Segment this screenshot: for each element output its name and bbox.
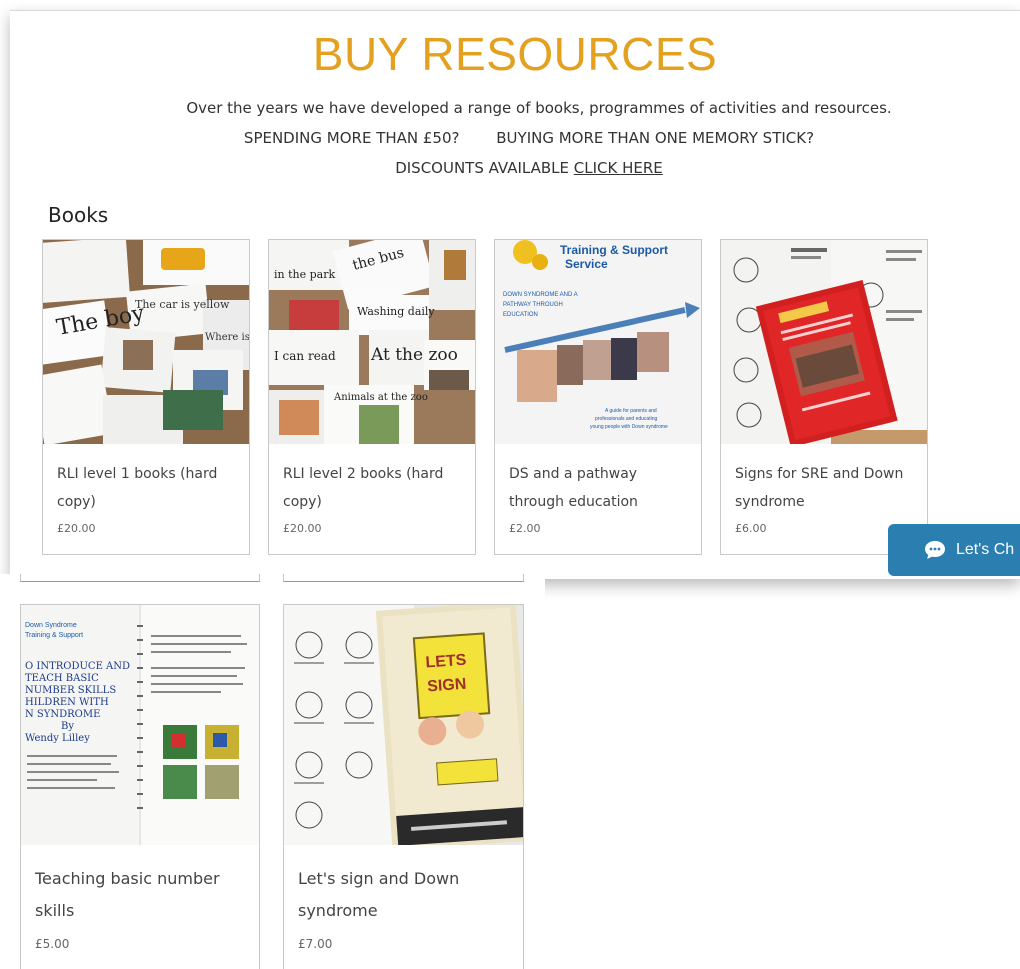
svg-text:Washing daily: Washing daily [357, 305, 435, 318]
product-price: £2.00 [509, 522, 541, 535]
svg-text:SIGN: SIGN [427, 676, 467, 696]
svg-text:professionals and educating: professionals and educating [595, 416, 657, 422]
svg-text:Animals at the zoo: Animals at the zoo [333, 392, 428, 403]
svg-text:EDUCATION: EDUCATION [503, 312, 538, 318]
page-title: BUY RESOURCES [312, 28, 718, 80]
product-card-rli-level-1[interactable]: The boy The car is yellow Where is RLI l… [42, 239, 250, 555]
product-card-signs-sre[interactable]: Signs for SRE and Down syndrome £6.00 [720, 239, 928, 555]
product-image[interactable]: Down Syndrome Training & Support O INTRO… [21, 605, 259, 845]
chat-button[interactable]: Let's Ch [888, 524, 1020, 576]
product-name[interactable]: Signs for SRE and Down syndrome [735, 460, 917, 516]
discount-text: DISCOUNTS AVAILABLE [395, 159, 570, 177]
section-title-books: Books [48, 203, 109, 227]
product-name[interactable]: DS and a pathway through education [509, 460, 691, 516]
buying-text: BUYING MORE THAN ONE MEMORY STICK? [496, 129, 815, 147]
chat-bubble-icon [925, 541, 945, 559]
svg-text:Down Syndrome: Down Syndrome [25, 622, 77, 629]
product-card-lets-sign[interactable]: LETS SIGN Let's sign and Down syndrome £… [283, 604, 524, 969]
svg-text:Training & Support: Training & Support [560, 243, 668, 257]
product-price: £5.00 [35, 937, 70, 951]
product-image[interactable]: Training & Support Service DOWN SYNDROME… [495, 240, 701, 444]
svg-text:young people with Down syndrom: young people with Down syndrome [590, 424, 668, 430]
svg-text:Wendy Lilley: Wendy Lilley [25, 733, 90, 744]
product-image[interactable] [721, 240, 927, 444]
product-image[interactable]: The boy The car is yellow Where is [43, 240, 249, 444]
svg-text:HILDREN WITH: HILDREN WITH [25, 697, 109, 708]
svg-text:Training & Support: Training & Support [25, 632, 83, 639]
click-here-link[interactable]: CLICK HERE [574, 159, 663, 177]
product-name[interactable]: RLI level 1 books (hard copy) [57, 460, 239, 516]
svg-text:N SYNDROME: N SYNDROME [25, 709, 100, 720]
card-stub [20, 574, 260, 582]
intro-text: Over the years we have developed a range… [186, 99, 892, 117]
svg-text:O INTRODUCE AND: O INTRODUCE AND [25, 661, 130, 672]
product-image[interactable]: in the park the bus Washing daily I can … [269, 240, 475, 444]
svg-text:PATHWAY THROUGH: PATHWAY THROUGH [503, 302, 563, 308]
svg-text:I can read: I can read [274, 349, 336, 363]
svg-text:LETS: LETS [425, 652, 467, 672]
svg-text:DOWN SYNDROME AND A: DOWN SYNDROME AND A [503, 292, 578, 298]
product-card-ds-pathway[interactable]: Training & Support Service DOWN SYNDROME… [494, 239, 702, 555]
svg-text:By: By [61, 721, 74, 732]
chat-label: Let's Ch [956, 541, 1015, 558]
svg-text:At the zoo: At the zoo [370, 345, 458, 365]
svg-text:in the park: in the park [274, 268, 335, 281]
svg-text:Where is: Where is [205, 332, 249, 343]
resources-panel: BUY RESOURCES Over the years we have dev… [10, 10, 1020, 579]
product-price: £7.00 [298, 937, 333, 951]
product-card-rli-level-2[interactable]: in the park the bus Washing daily I can … [268, 239, 476, 555]
spending-text: SPENDING MORE THAN £50? [243, 129, 460, 147]
svg-text:A guide for parents and: A guide for parents and [605, 408, 657, 414]
svg-text:The car is yellow: The car is yellow [135, 298, 230, 311]
resources-panel-lower: Down Syndrome Training & Support O INTRO… [0, 574, 545, 969]
product-price: £6.00 [735, 522, 767, 535]
product-image[interactable]: LETS SIGN [284, 605, 523, 845]
svg-text:TEACH BASIC: TEACH BASIC [25, 673, 99, 684]
card-stub [283, 574, 524, 582]
offer-line: SPENDING MORE THAN £50? BUYING MORE THAN… [10, 129, 1020, 147]
product-price: £20.00 [57, 522, 96, 535]
product-card-teaching-number[interactable]: Down Syndrome Training & Support O INTRO… [20, 604, 260, 969]
discount-line: DISCOUNTS AVAILABLE CLICK HERE [10, 159, 1020, 177]
product-price: £20.00 [283, 522, 322, 535]
svg-text:NUMBER SKILLS: NUMBER SKILLS [25, 685, 116, 696]
product-name[interactable]: Let's sign and Down syndrome [298, 863, 513, 927]
product-name[interactable]: RLI level 2 books (hard copy) [283, 460, 465, 516]
product-name[interactable]: Teaching basic number skills [35, 863, 249, 927]
svg-text:Service: Service [565, 257, 608, 271]
